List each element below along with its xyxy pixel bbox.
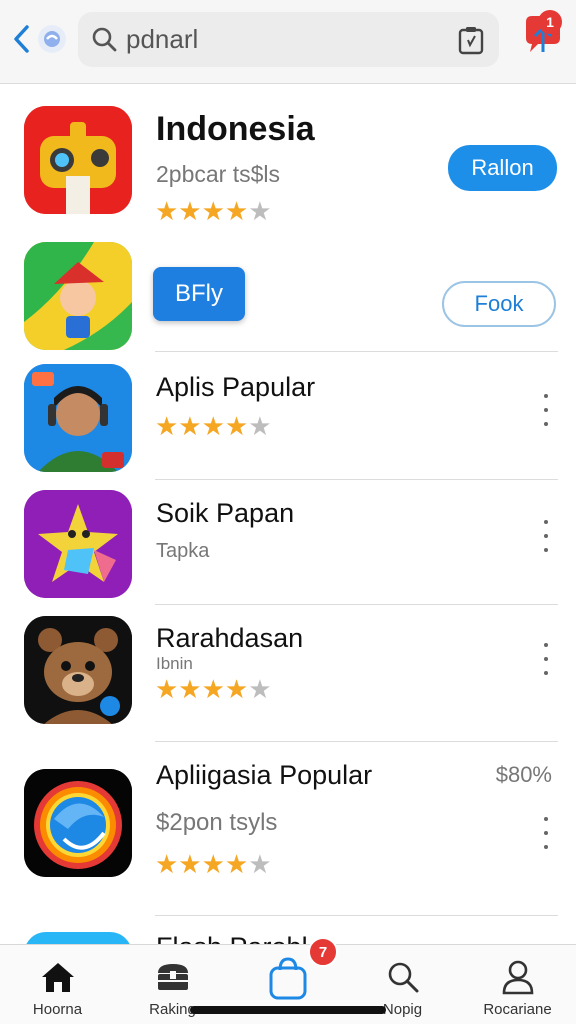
search-bar[interactable]: [78, 12, 499, 67]
fook-button[interactable]: Fook: [442, 281, 556, 327]
treasure-chest-icon: [153, 957, 193, 997]
rating-stars: ★★★★★: [155, 196, 272, 226]
list-item[interactable]: Rarahdasan Ibnin ★★★★★: [0, 605, 576, 742]
nav-label: Rocariane: [483, 1001, 552, 1018]
more-options-button[interactable]: [538, 817, 554, 849]
rating-stars: ★★★★★: [155, 674, 272, 704]
rating-stars: ★★★★★: [155, 411, 272, 441]
app-icon-bear[interactable]: [24, 616, 132, 724]
cart-badge: 7: [308, 937, 338, 967]
app-title[interactable]: Soik Papan: [156, 498, 294, 529]
app-title[interactable]: Apliigasia Popular: [156, 760, 372, 791]
list-item[interactable]: Soik Papan Tapka: [0, 480, 576, 605]
clipboard-icon[interactable]: [457, 25, 485, 55]
app-icon-cartoon[interactable]: [24, 242, 132, 350]
app-subtitle: $2pon tsyls: [156, 809, 278, 836]
list-item[interactable]: Indonesia 2pbcar ts$ls ★★★★★ Rallon: [0, 88, 576, 232]
app-subtitle: Ibnin: [156, 654, 193, 673]
app-icon-partial[interactable]: [24, 932, 132, 944]
home-icon: [38, 957, 78, 997]
more-options-button[interactable]: [538, 520, 554, 552]
rallon-button[interactable]: Rallon: [448, 145, 557, 191]
top-bar: 1: [0, 0, 576, 84]
bfly-button[interactable]: BFly: [153, 267, 245, 321]
more-options-button[interactable]: [538, 643, 554, 675]
app-logo-icon[interactable]: [38, 25, 66, 53]
list-item[interactable]: Aplis Papular ★★★★★: [0, 352, 576, 480]
search-icon: [92, 27, 117, 52]
search-input[interactable]: [126, 20, 446, 58]
app-icon-swirl[interactable]: [24, 769, 132, 877]
nav-label: Hoorna: [32, 1001, 83, 1018]
more-options-button[interactable]: [538, 394, 554, 426]
search-icon: [383, 957, 423, 997]
app-title[interactable]: Rarahdasan: [156, 623, 303, 654]
list-item[interactable]: Flash Parobl: [0, 916, 576, 944]
notification-badge: 1: [538, 10, 562, 34]
app-price: $80%: [495, 762, 552, 787]
notification-button[interactable]: 1: [520, 10, 568, 58]
nav-item-profile[interactable]: Rocariane: [460, 945, 575, 1024]
app-subtitle: 2pbcar ts$ls: [156, 161, 281, 187]
nav-item-home[interactable]: Hoorna: [0, 945, 115, 1024]
list-item[interactable]: BFly Fook: [0, 232, 576, 352]
app-title[interactable]: Aplis Papular: [156, 372, 315, 403]
chevron-left-icon: [14, 25, 29, 53]
app-icon-robot[interactable]: [24, 106, 132, 214]
app-icon-gamer[interactable]: [24, 364, 132, 472]
app-subtitle: Tapka: [156, 540, 210, 562]
back-button[interactable]: [8, 24, 34, 54]
home-indicator[interactable]: [190, 1006, 386, 1014]
rating-stars: ★★★★★: [155, 849, 272, 879]
shopping-bag-icon: [265, 955, 311, 1001]
app-title[interactable]: Flash Parobl: [156, 932, 308, 944]
app-title[interactable]: Indonesia: [156, 110, 315, 149]
profile-icon: [498, 957, 538, 997]
app-icon-star[interactable]: [24, 490, 132, 598]
list-item[interactable]: Apliigasia Popular $80% $2pon tsyls ★★★★…: [0, 742, 576, 916]
